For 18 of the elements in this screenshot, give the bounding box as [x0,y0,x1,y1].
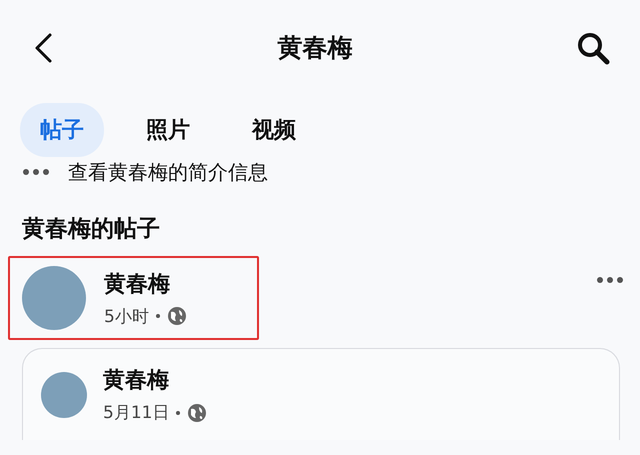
page-title: 黄春梅 [278,32,352,64]
author-name: 黄春梅 [104,270,171,298]
globe-icon [166,306,187,326]
separator-dot [176,410,180,414]
post-time: 5月11日 [103,402,170,424]
search-icon [576,30,610,64]
more-icon [22,168,50,176]
globe-icon [187,402,208,422]
tab[interactable]: 照片 [126,103,210,157]
avatar-photo-placeholder [41,372,87,418]
tab[interactable]: 帖子 [20,103,104,157]
more-icon [596,276,624,284]
post-time: 5小时 [104,306,149,328]
separator-dot [156,314,160,318]
author-name: 黄春梅 [103,367,170,395]
tab[interactable]: 视频 [232,103,316,157]
about-link[interactable]: 查看黄春梅的简介信息 [68,158,268,186]
section-title: 黄春梅的帖子 [21,215,161,244]
